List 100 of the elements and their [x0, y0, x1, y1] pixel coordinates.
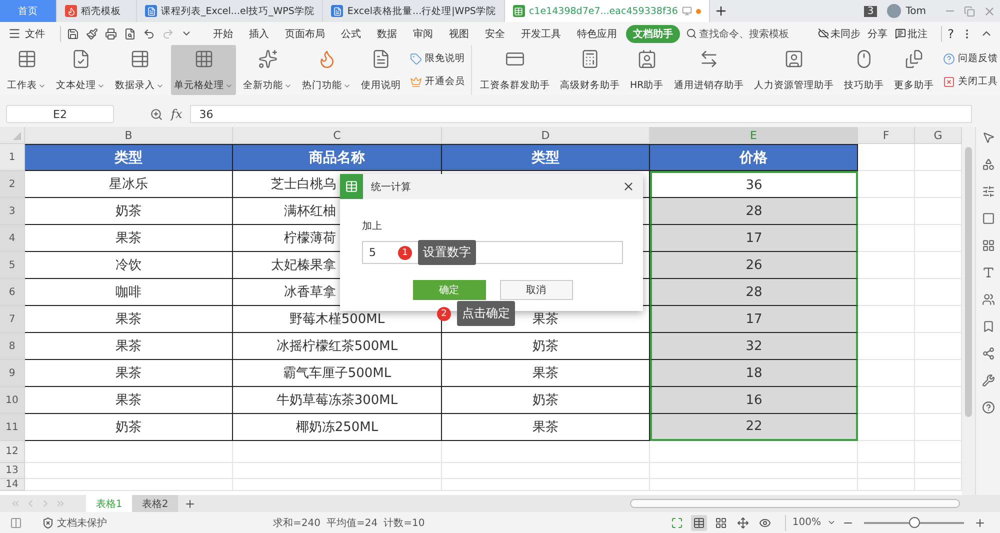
crosshair-icon[interactable]	[737, 516, 750, 528]
ribbon-tool[interactable]: 单元格处理	[171, 45, 236, 95]
table-cell[interactable]: 36	[650, 171, 858, 198]
zoom-thumb[interactable]	[909, 516, 920, 528]
file-menu[interactable]: 文件	[25, 24, 52, 42]
browser-tab[interactable]: 课程列表_Excel...el技巧_WPS学院	[137, 0, 324, 22]
comment-menu[interactable]: 批注	[908, 26, 928, 40]
menu-tab[interactable]: 公式	[334, 24, 368, 42]
ribbon-tool[interactable]: 数据录入	[112, 45, 167, 95]
ribbon-tool[interactable]: 使用说明	[358, 45, 404, 95]
undo-icon[interactable]	[143, 28, 155, 40]
ribbon-link[interactable]: 关闭工具	[958, 75, 998, 88]
row-header[interactable]: 8	[0, 333, 25, 360]
column-header[interactable]: F	[858, 127, 915, 144]
table-cell[interactable]: 28	[650, 279, 858, 306]
window-count[interactable]: 3	[864, 6, 877, 16]
ribbon-tool[interactable]: HR助手	[627, 45, 667, 95]
function-button[interactable]: fx	[171, 107, 182, 121]
eye-icon[interactable]	[759, 516, 772, 528]
column-header[interactable]: D	[442, 127, 650, 144]
table-cell[interactable]: 32	[650, 333, 858, 360]
ribbon-tool[interactable]: 文本处理	[53, 45, 108, 95]
table-cell[interactable]: 17	[650, 306, 858, 333]
ribbon-tool[interactable]: 更多助手	[890, 45, 937, 95]
menu-tab[interactable]: 开始	[206, 24, 240, 42]
ribbon-tool[interactable]: 技巧助手	[840, 45, 887, 95]
row-header[interactable]: 10	[0, 387, 25, 414]
column-header[interactable]: C	[233, 127, 442, 144]
browser-tab[interactable]: Excel表格批量...行处理|WPS学院	[323, 0, 505, 22]
table-cell[interactable]: 18	[650, 360, 858, 387]
menu-icon[interactable]	[8, 27, 21, 40]
row-header[interactable]: 9	[0, 360, 25, 387]
table-cell[interactable]: 22	[650, 414, 858, 441]
menu-tab[interactable]: 视图	[442, 24, 476, 42]
row-header[interactable]: 2	[0, 171, 25, 198]
table-cell[interactable]: 17	[650, 225, 858, 252]
protection-status[interactable]: 文档未保护	[57, 516, 107, 530]
pointer-icon[interactable]	[982, 131, 994, 144]
preview-icon[interactable]	[124, 28, 136, 40]
menu-tab[interactable]: 页面布局	[278, 24, 332, 42]
row-header[interactable]: 12	[0, 441, 25, 463]
cancel-button[interactable]: 取消	[500, 280, 572, 300]
shapes-icon[interactable]	[982, 158, 994, 171]
print-icon[interactable]	[105, 28, 117, 40]
sliders-icon[interactable]	[982, 185, 994, 198]
row-header[interactable]: 11	[0, 414, 25, 441]
ribbon-tool[interactable]: 高级财务助手	[557, 45, 623, 95]
new-tab-icon[interactable]	[714, 4, 728, 18]
ribbon-tool[interactable]: 工资条群发助手	[477, 45, 553, 95]
menu-tab[interactable]: 特色应用	[570, 24, 624, 42]
wrench-icon[interactable]	[982, 374, 994, 387]
row-header[interactable]: 3	[0, 198, 25, 225]
normal-view-icon[interactable]	[693, 516, 706, 528]
zoom-in-icon[interactable]	[974, 516, 986, 528]
ribbon-tool[interactable]: 热门功能	[299, 45, 354, 95]
command-search[interactable]: 查找命令、搜索模板	[699, 26, 789, 40]
table-cell[interactable]: 16	[650, 387, 858, 414]
browser-tab[interactable]: 稻壳模板	[57, 0, 137, 22]
ribbon-link[interactable]: 开通会员	[425, 75, 465, 88]
zoom-icon[interactable]	[150, 108, 163, 120]
grid-icon[interactable]	[982, 239, 994, 252]
ribbon-link[interactable]: 限免说明	[425, 52, 465, 65]
formula-field[interactable]: 36	[190, 105, 972, 123]
share-link[interactable]: 分享	[868, 26, 888, 40]
bookmark-icon[interactable]	[982, 320, 994, 333]
add-sheet-icon[interactable]	[184, 498, 196, 510]
square-icon[interactable]	[982, 212, 994, 225]
zoom-level[interactable]: 100%	[792, 517, 821, 528]
row-header[interactable]: 1	[0, 144, 25, 171]
ribbon-tool[interactable]: 人力资源管理助手	[750, 45, 837, 95]
row-header[interactable]: 4	[0, 225, 25, 252]
column-header[interactable]: G	[915, 127, 962, 144]
ribbon-link[interactable]: 问题反馈	[958, 52, 998, 65]
user-name[interactable]: Tom	[906, 6, 926, 16]
sheet-tab[interactable]: 表格2	[132, 495, 178, 512]
column-header[interactable]: B	[25, 127, 233, 144]
menu-tab[interactable]: 开发工具	[514, 24, 568, 42]
close-icon[interactable]	[622, 180, 635, 193]
row-header[interactable]: 7	[0, 306, 25, 333]
text-icon[interactable]	[982, 266, 994, 279]
row-header[interactable]: 14	[0, 479, 25, 491]
fullscreen-icon[interactable]	[671, 516, 684, 528]
ribbon-tool[interactable]: 通用进销存助手	[670, 45, 747, 95]
page-break-icon[interactable]	[715, 516, 728, 528]
row-header[interactable]: 5	[0, 252, 25, 279]
table-cell[interactable]: 26	[650, 252, 858, 279]
panel-icon[interactable]	[10, 516, 22, 528]
help-icon[interactable]	[982, 401, 994, 414]
brush-icon[interactable]	[86, 28, 98, 40]
caret-icon[interactable]	[827, 518, 836, 527]
ribbon-tool[interactable]: 工作表	[4, 45, 49, 95]
menu-tab[interactable]: 安全	[478, 24, 512, 42]
name-box[interactable]: E2	[6, 105, 114, 123]
sync-status[interactable]: 未同步	[830, 26, 861, 40]
share-icon[interactable]	[982, 347, 994, 360]
users-icon[interactable]	[982, 293, 994, 306]
menu-tab[interactable]: 数据	[370, 24, 404, 42]
menu-tab[interactable]: 审阅	[406, 24, 440, 42]
horizontal-scrollbar[interactable]	[630, 499, 960, 508]
save-icon[interactable]	[67, 28, 79, 40]
